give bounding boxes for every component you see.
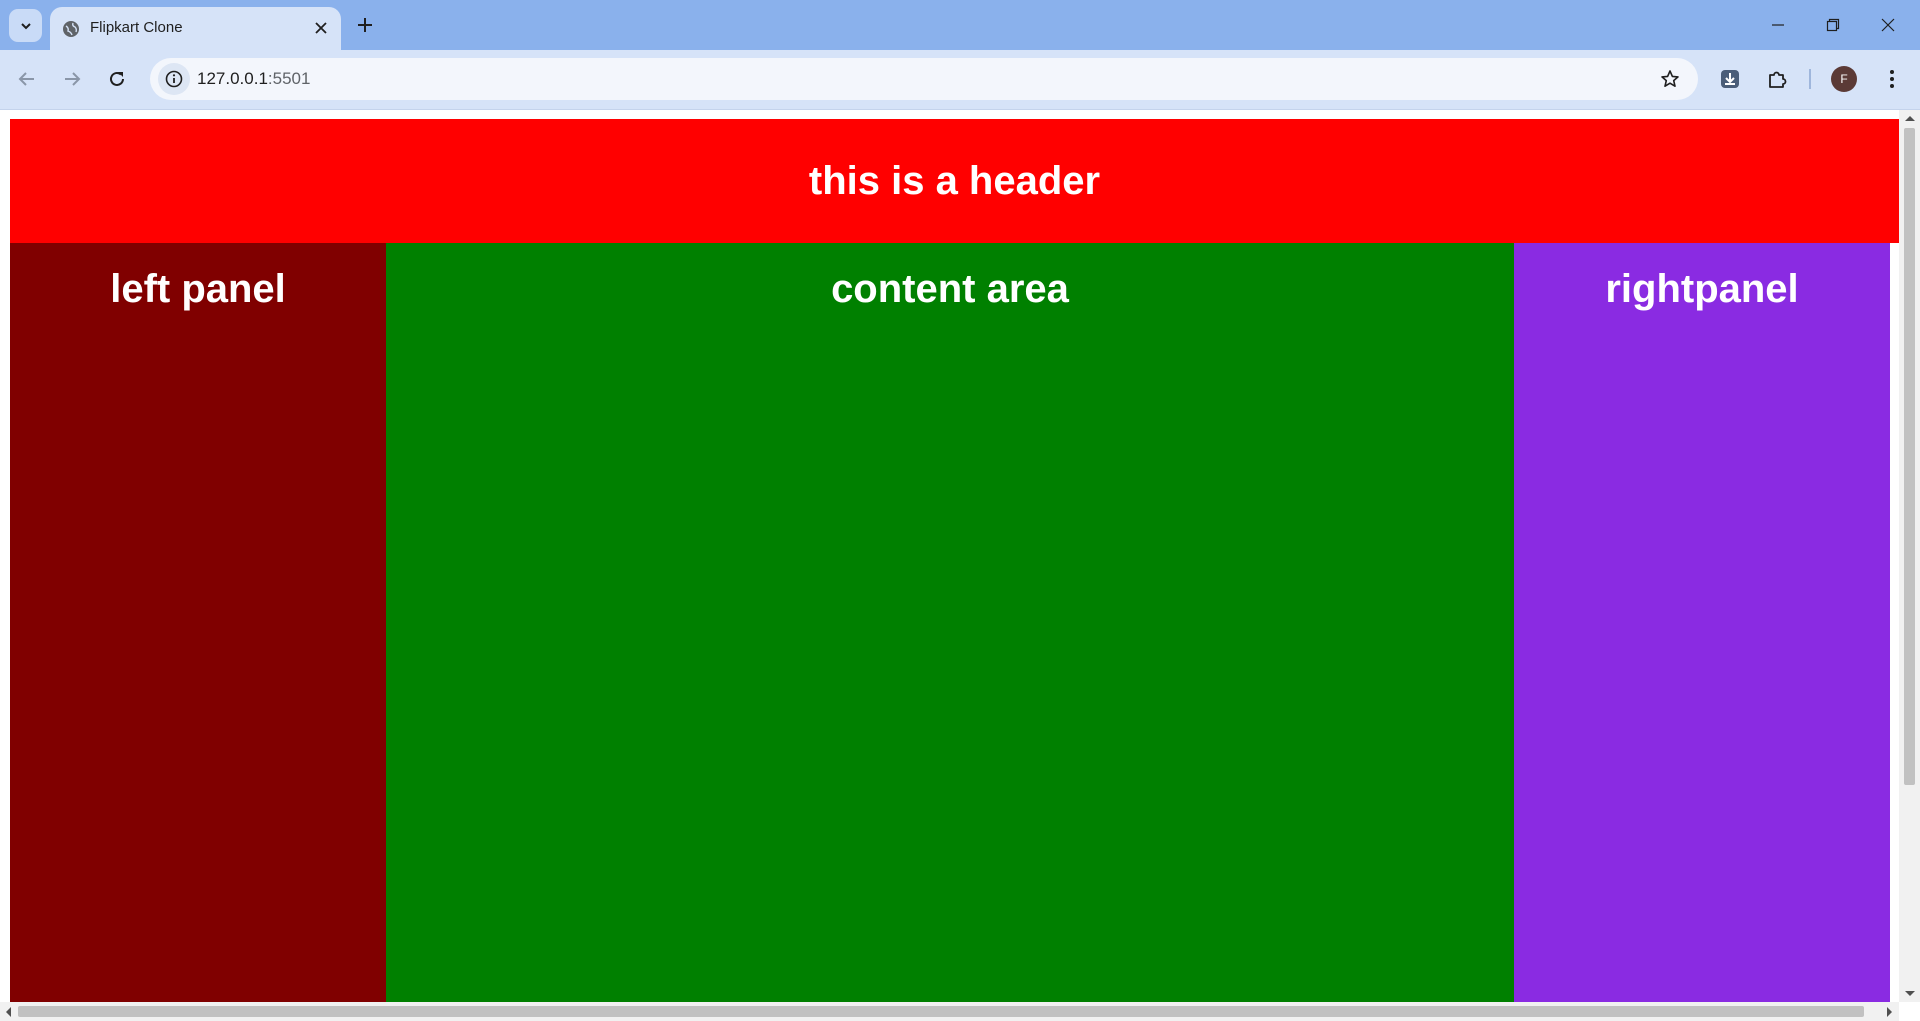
browser-toolbar: 127.0.0.1:5501 xyxy=(0,50,1920,110)
profile-avatar[interactable]: F xyxy=(1831,66,1857,92)
plus-icon xyxy=(358,18,372,32)
site-info-button[interactable] xyxy=(158,63,190,95)
chevron-down-icon xyxy=(20,22,31,29)
left-panel: left panel xyxy=(10,243,386,1003)
more-vertical-icon xyxy=(1890,70,1894,88)
star-icon xyxy=(1661,70,1679,87)
tab-strip: Flipkart Clone xyxy=(0,0,1920,50)
window-close-icon xyxy=(1881,18,1895,32)
url-text: 127.0.0.1:5501 xyxy=(197,69,310,89)
back-arrow-icon xyxy=(18,72,34,86)
info-icon xyxy=(165,70,183,88)
scroll-left-arrow-icon[interactable] xyxy=(6,1007,11,1017)
window-close-button[interactable] xyxy=(1866,8,1910,42)
tab-title: Flipkart Clone xyxy=(90,19,183,36)
bookmark-button[interactable] xyxy=(1658,67,1682,91)
reload-icon xyxy=(110,71,124,86)
back-button[interactable] xyxy=(11,63,43,95)
tab-close-button[interactable] xyxy=(312,19,330,37)
horizontal-scrollbar[interactable] xyxy=(0,1002,1899,1021)
scroll-down-arrow-icon[interactable] xyxy=(1905,991,1915,996)
url-port: :5501 xyxy=(267,69,311,88)
horizontal-scroll-thumb[interactable] xyxy=(18,1006,1864,1017)
new-tab-button[interactable] xyxy=(352,12,378,38)
minimize-button[interactable] xyxy=(1756,8,1800,42)
vertical-scroll-thumb[interactable] xyxy=(1904,128,1915,785)
reload-button[interactable] xyxy=(101,63,133,95)
download-icon xyxy=(1721,70,1739,88)
restore-icon xyxy=(1826,18,1840,32)
menu-button[interactable] xyxy=(1876,63,1908,95)
close-icon xyxy=(315,22,327,34)
url-host: 127.0.0.1 xyxy=(197,69,268,88)
right-panel-title: rightpanel xyxy=(1605,267,1799,311)
minimize-icon xyxy=(1772,24,1784,26)
page-viewport: this is a header left panel content area… xyxy=(0,110,1920,1021)
downloads-button[interactable] xyxy=(1714,63,1746,95)
header-text: this is a header xyxy=(808,158,1101,203)
content-area: content area xyxy=(386,243,1514,1003)
forward-arrow-icon xyxy=(65,72,81,86)
vertical-scrollbar[interactable] xyxy=(1899,110,1920,1002)
puzzle-icon xyxy=(1769,71,1787,88)
left-panel-title: left panel xyxy=(110,267,286,311)
browser-tab[interactable]: Flipkart Clone xyxy=(50,7,341,50)
globe-icon xyxy=(63,21,79,37)
page-header: this is a header xyxy=(10,119,1899,243)
content-area-title: content area xyxy=(831,267,1069,311)
right-panel: rightpanel xyxy=(1514,243,1890,1003)
scroll-up-arrow-icon[interactable] xyxy=(1905,116,1915,121)
toolbar-divider xyxy=(1809,69,1811,89)
forward-button[interactable] xyxy=(56,63,88,95)
restore-button[interactable] xyxy=(1811,8,1855,42)
extensions-button[interactable] xyxy=(1761,63,1793,95)
scroll-right-arrow-icon[interactable] xyxy=(1887,1007,1892,1017)
tab-search-button[interactable] xyxy=(9,9,42,42)
address-bar[interactable]: 127.0.0.1:5501 xyxy=(150,58,1698,100)
